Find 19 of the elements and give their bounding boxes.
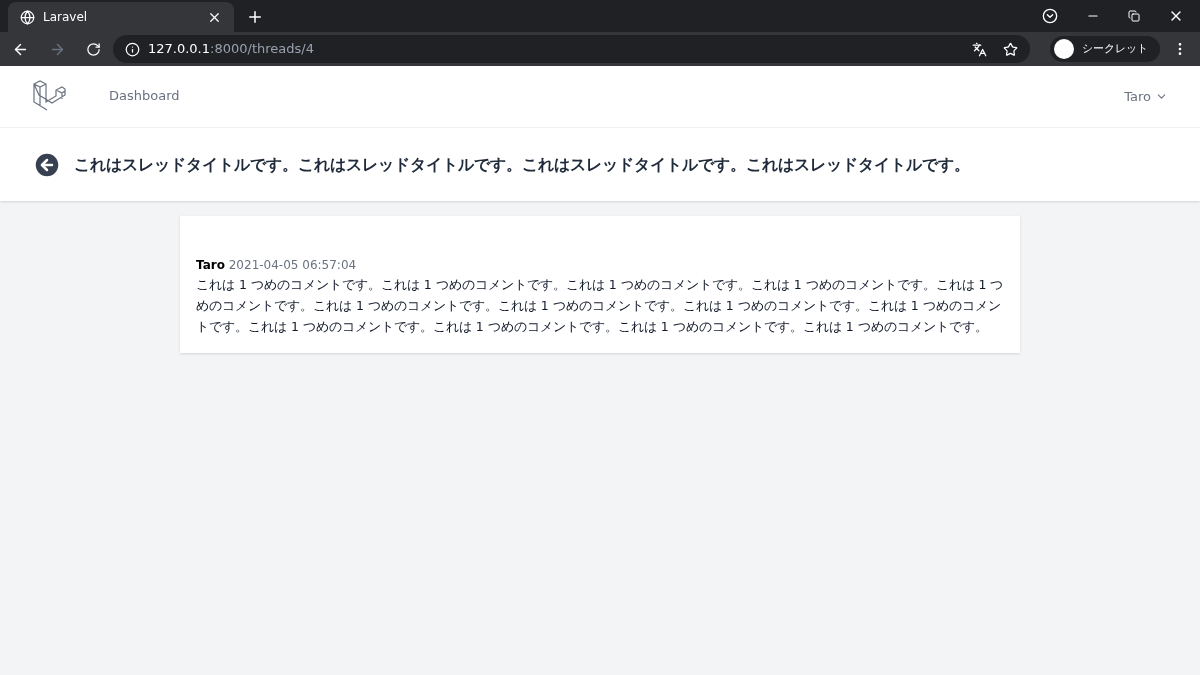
comment-body: これは 1 つめのコメントです。これは 1 つめのコメントです。これは 1 つめのコメントです。これは 1 つめのコメントです。これは 1 つめのコメントです。これは 1 つめのコメントです。これは 1 つめのコメントです。これは 1 つめのコメントです。これは 1 つめのコメントです。これは 1 つめのコメントです。これは 1 つめのコメントです。これは 1 つめのコメントです。これは 1 つめのコメントです。 xyxy=(196,276,1004,336)
url-text: 127.0.0.1:8000/threads/4 xyxy=(148,40,314,59)
user-menu[interactable]: Taro xyxy=(1124,86,1168,107)
translate-icon[interactable] xyxy=(972,41,987,57)
globe-icon xyxy=(20,9,35,25)
star-icon[interactable] xyxy=(1003,41,1018,57)
reload-icon[interactable] xyxy=(86,41,101,57)
comment-time: 2021-04-05 06:57:04 xyxy=(228,258,357,272)
comment-author: Taro xyxy=(196,258,225,272)
nav-link[interactable]: Dashboard xyxy=(109,66,180,127)
tab-title: Laravel xyxy=(43,9,89,26)
browser-tab[interactable]: Laravel xyxy=(8,2,234,32)
tab-search-icon[interactable] xyxy=(1042,8,1058,24)
address-bar[interactable]: 127.0.0.1:8000/threads/4 xyxy=(113,35,1030,63)
new-tab-icon[interactable] xyxy=(246,8,264,26)
profile-button[interactable]: シークレット xyxy=(1050,36,1160,62)
restore-icon[interactable] xyxy=(1128,10,1140,22)
thread-title: これはスレッドタイトルです。これはスレッドタイトルです。これはスレッドタイトルです。これはスレッドタイトルです。 xyxy=(74,153,970,176)
info-icon xyxy=(125,41,140,57)
